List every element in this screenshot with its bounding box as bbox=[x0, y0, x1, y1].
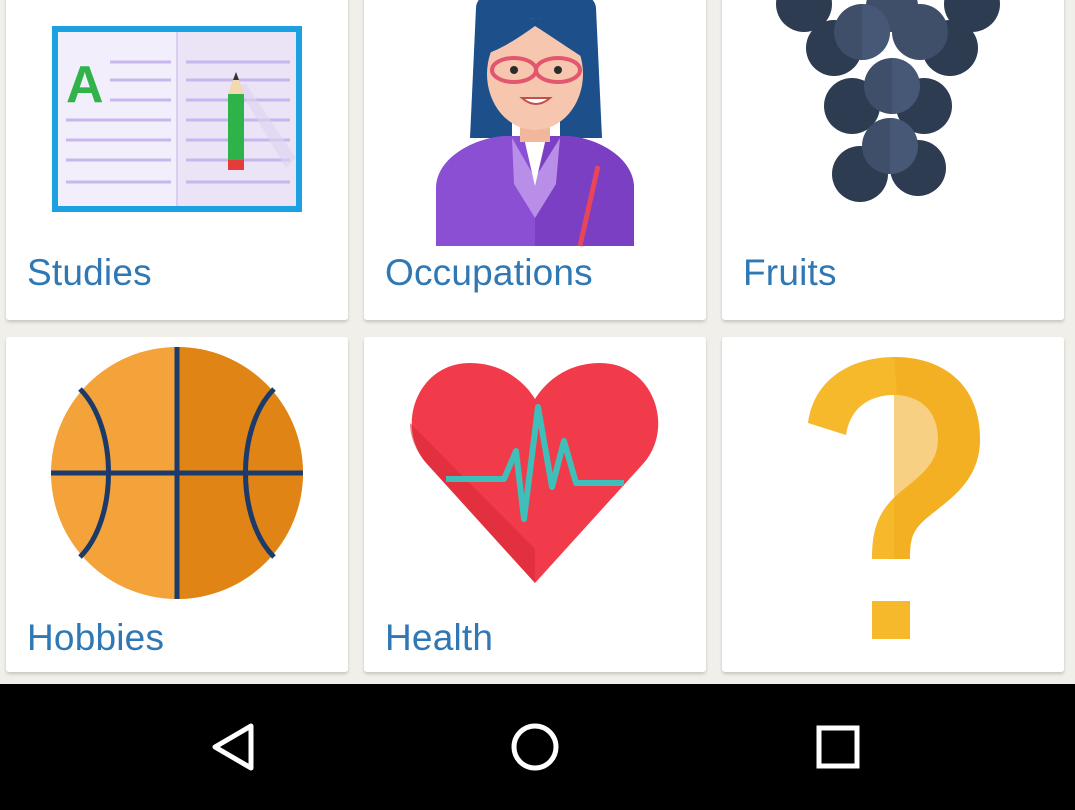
category-card-hobbies[interactable]: Hobbies bbox=[6, 337, 348, 672]
category-card-occupations[interactable]: Occupations bbox=[364, 0, 706, 320]
basketball-icon bbox=[51, 347, 303, 599]
system-navigation-bar bbox=[0, 684, 1075, 810]
category-card-health[interactable]: Health bbox=[364, 337, 706, 672]
category-label: Fruits bbox=[743, 252, 837, 293]
home-circle-icon bbox=[511, 723, 559, 771]
category-card-studies[interactable]: A Studies bbox=[6, 0, 348, 320]
home-button[interactable] bbox=[490, 704, 580, 790]
back-button[interactable] bbox=[188, 704, 278, 790]
category-grid: A Studies Occupations Fruits Hobbies Hea… bbox=[0, 0, 1075, 684]
svg-text:A: A bbox=[66, 56, 104, 114]
back-triangle-icon bbox=[212, 723, 254, 771]
recents-square-icon bbox=[816, 725, 860, 769]
category-label: Health bbox=[385, 617, 494, 658]
category-card-unknown[interactable] bbox=[722, 337, 1064, 672]
category-label: Occupations bbox=[385, 252, 593, 293]
app-screen: A Studies Occupations Fruits Hobbies Hea… bbox=[0, 0, 1075, 810]
heartbeat-icon bbox=[410, 363, 659, 583]
question-mark-icon bbox=[808, 357, 980, 639]
category-card-fruits[interactable]: Fruits bbox=[722, 0, 1064, 320]
grapes-icon bbox=[776, 0, 1000, 202]
notebook-icon: A bbox=[52, 26, 302, 212]
recents-button[interactable] bbox=[793, 704, 883, 790]
category-label: Hobbies bbox=[27, 617, 165, 658]
category-label: Studies bbox=[27, 252, 152, 293]
teacher-icon bbox=[436, 0, 634, 247]
